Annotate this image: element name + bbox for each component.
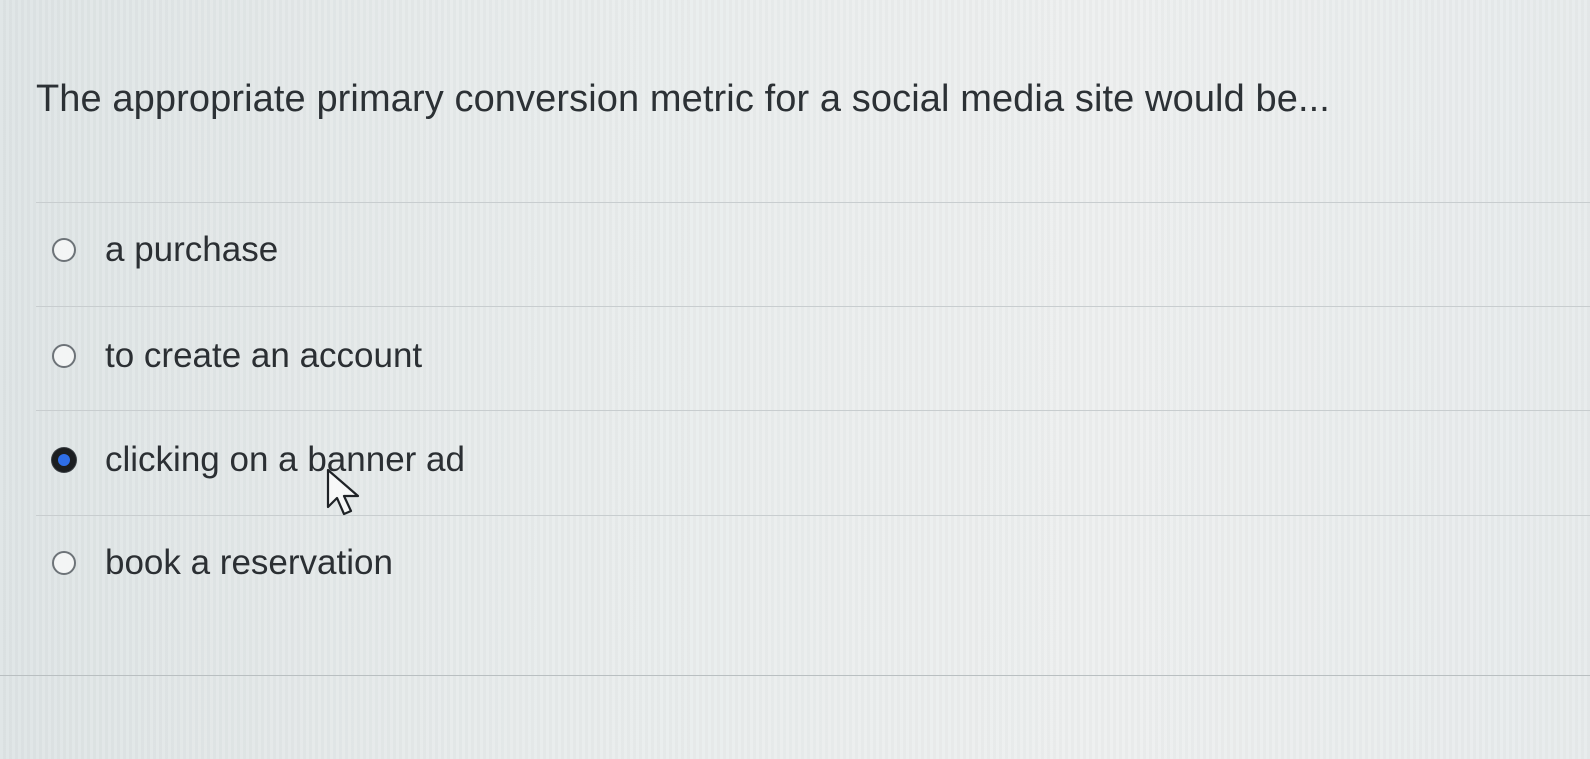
option-divider [36, 515, 1590, 516]
radio-button-unchecked[interactable] [52, 238, 76, 262]
question-bottom-divider [0, 675, 1590, 676]
answer-option-create-account[interactable]: to create an account [52, 334, 422, 378]
radio-button-checked[interactable] [52, 448, 76, 472]
answer-option-banner-ad[interactable]: clicking on a banner ad [52, 438, 465, 482]
selected-radio-dot-icon [58, 454, 70, 466]
radio-button-unchecked[interactable] [52, 344, 76, 368]
answer-label: to create an account [105, 336, 423, 375]
question-text: The appropriate primary conversion metri… [36, 78, 1330, 120]
answer-label: a purchase [105, 230, 279, 269]
option-divider [36, 306, 1590, 307]
option-divider [36, 410, 1590, 411]
answer-option-a-purchase[interactable]: a purchase [52, 228, 278, 272]
answer-label: clicking on a banner ad [105, 440, 465, 479]
mouse-pointer-icon [326, 468, 360, 516]
answer-option-book-reservation[interactable]: book a reservation [52, 541, 393, 585]
answer-label: book a reservation [105, 543, 393, 582]
quiz-screen: The appropriate primary conversion metri… [0, 0, 1590, 759]
option-divider-top [36, 202, 1590, 203]
radio-button-unchecked[interactable] [52, 551, 76, 575]
